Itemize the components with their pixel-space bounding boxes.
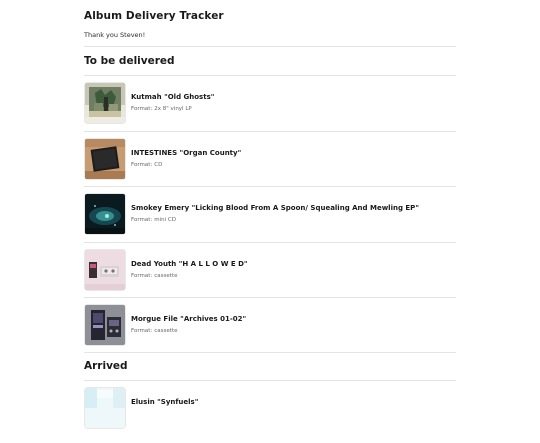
item-format: Format: cassette [131,328,177,334]
vinyl-cover-photo [85,83,125,123]
page: Album Delivery Tracker Thank you Steven!… [0,0,540,428]
item-format: Format: cassette [131,273,177,279]
item-title: INTESTINES "Organ County" [131,149,242,157]
cd-cover-photo [85,139,125,179]
list-item[interactable]: Elusin "Synfuels" [84,388,456,443]
item-format: Format: mini CD [131,217,176,223]
format-label: Format: [131,217,153,223]
format-value: mini CD [154,217,176,223]
format-value: cassette [154,328,178,334]
divider [84,242,456,243]
format-label: Format: [131,106,153,112]
item-title: Kutmah "Old Ghosts" [131,93,215,101]
item-format: Format: CD [131,162,162,168]
divider [84,186,456,187]
format-value: cassette [154,273,178,279]
divider [84,297,456,298]
album-cover-photo [85,388,125,428]
format-label: Format: [131,162,153,168]
format-value: 2x 8" vinyl LP [154,106,192,112]
item-title: Dead Youth "H A L L O W E D" [131,260,248,268]
divider [84,75,456,76]
cassette-cover-photo [85,305,125,345]
divider [84,131,456,132]
list-item[interactable]: Kutmah "Old Ghosts" Format: 2x 8" vinyl L… [84,83,456,138]
item-format: Format: 2x 8" vinyl LP [131,106,192,112]
divider [84,46,456,47]
thank-you-message: Thank you Steven! [84,31,146,39]
section-title-to-be-delivered: To be delivered [84,55,175,67]
item-title: Smokey Emery "Licking Blood From A Spoon… [131,204,419,212]
app-title: Album Delivery Tracker [84,10,224,22]
list-item[interactable]: Smokey Emery "Licking Blood From A Spoon… [84,194,456,249]
cassette-cover-photo [85,250,125,290]
divider [84,380,456,381]
divider [84,352,456,353]
format-label: Format: [131,328,153,334]
section-title-arrived: Arrived [84,360,128,372]
format-label: Format: [131,273,153,279]
mini-cd-cover-photo [85,194,125,234]
format-value: CD [154,162,163,168]
item-title: Morgue File "Archives 01-02" [131,315,247,323]
